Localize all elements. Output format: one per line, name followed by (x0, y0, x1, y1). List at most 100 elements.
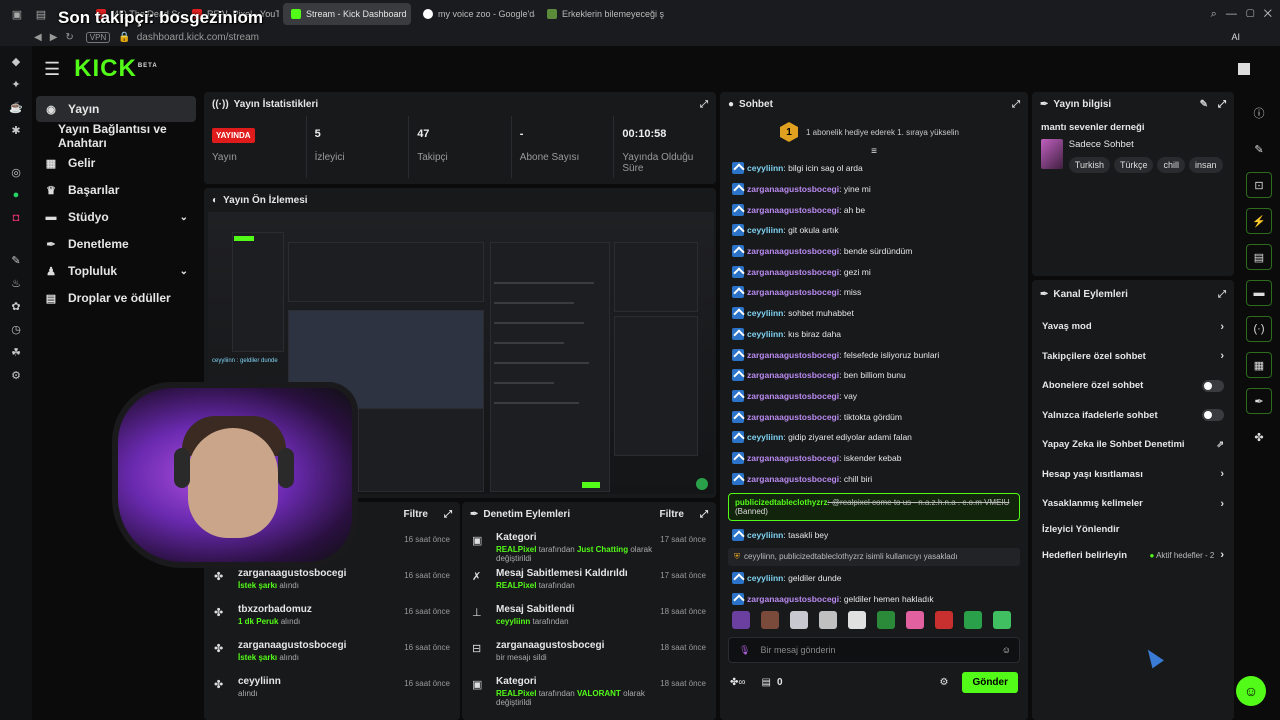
chat-username[interactable]: zarganaagustosbocegi (747, 370, 839, 380)
tab-kick-dashboard[interactable]: Stream - Kick Dashboard (283, 3, 411, 25)
sidebar-app-icon[interactable]: ✎ (9, 253, 23, 267)
action-goals[interactable]: Hedefleri belirleyin ● Aktif hedefler - 2… (1032, 541, 1234, 571)
expand-icon[interactable]: ⤢ (444, 509, 452, 520)
url-text[interactable]: dashboard.kick.com/stream (137, 32, 259, 43)
sidebar-app-icon[interactable]: ✿ (9, 299, 23, 313)
wrench-icon[interactable]: ✒ (1246, 388, 1272, 414)
emote[interactable] (877, 611, 895, 630)
chat-username[interactable]: ceyyliinn (747, 530, 783, 540)
filter-button[interactable]: Filtre (404, 509, 428, 520)
action-account-age[interactable]: Hesap yaşı kısıtlaması › (1032, 460, 1234, 490)
hamburger-icon[interactable]: ☰ (44, 59, 60, 80)
square-icon[interactable] (1238, 63, 1250, 75)
emoji-icon[interactable]: ☺ (1002, 645, 1011, 655)
chat-input[interactable]: 🎙 Bir mesaj gönderin ☺ (728, 637, 1020, 664)
nav-item-studyo[interactable]: ▬ Stüdyo ⌄ (36, 204, 196, 230)
chat-username[interactable]: ceyyliinn (747, 163, 783, 173)
sidebar-app-icon[interactable]: ♨ (9, 276, 23, 290)
chat-username[interactable]: zarganaagustosbocegi (747, 184, 839, 194)
send-button[interactable]: Gönder (962, 671, 1018, 693)
expand-icon[interactable]: ⤢ (1218, 289, 1226, 300)
sidebar-app-icon[interactable]: ✱ (9, 123, 23, 137)
kick-logo[interactable]: KICKBETA (74, 55, 158, 83)
chat-username[interactable]: zarganaagustosbocegi (747, 594, 839, 604)
expand-icon[interactable]: ⤢ (1012, 99, 1020, 110)
document-icon[interactable]: ▤ (1246, 244, 1272, 270)
action-subscribers-only[interactable]: Abonelere özel sohbet (1032, 371, 1234, 401)
sidebar-app-icon[interactable]: ◆ (9, 54, 23, 68)
workspace-icon[interactable]: ▤ (34, 7, 48, 21)
expand-icon[interactable]: ⤢ (700, 99, 708, 110)
back-icon[interactable]: ◀ (34, 32, 42, 43)
mic-icon[interactable]: 🎙 (739, 645, 750, 656)
expand-icon[interactable]: ⤢ (1218, 99, 1226, 110)
nav-item-droplar[interactable]: ▤ Droplar ve ödüller (36, 285, 196, 311)
chat-username[interactable]: ceyyliinn (747, 308, 783, 318)
sidebar-app-icon[interactable]: ☕ (9, 100, 23, 114)
emote[interactable] (848, 611, 866, 630)
forward-icon[interactable]: ▶ (50, 32, 58, 43)
emote[interactable] (790, 611, 808, 630)
action-raid[interactable]: İzleyici Yönlendir (1032, 519, 1234, 541)
ai-button[interactable]: AI (1231, 32, 1240, 42)
chat-username[interactable]: zarganaagustosbocegi (747, 350, 839, 360)
collapse-icon[interactable]: ≡ (720, 147, 1028, 158)
emote[interactable] (964, 611, 982, 630)
window-controls[interactable]: ⌕ — ▢ ✕ (1211, 8, 1272, 21)
gear-icon[interactable]: ⚙ (9, 368, 23, 382)
whatsapp-icon[interactable]: ● (9, 188, 23, 202)
edit-icon[interactable]: ✎ (1200, 99, 1208, 110)
chat-username[interactable]: ceyyliinn (747, 329, 783, 339)
store-icon[interactable]: ▦ (1246, 352, 1272, 378)
nav-item-yayin[interactable]: ◉ Yayın (36, 96, 196, 122)
chat-username[interactable]: ceyyliinn (747, 432, 783, 442)
nav-item-stream-key[interactable]: Yayın Bağlantısı ve Anahtarı (36, 122, 196, 150)
nav-item-denetleme[interactable]: ✒ Denetleme (36, 231, 196, 257)
info-icon[interactable]: ⓘ (1246, 100, 1272, 126)
help-chat-button[interactable]: ☺ (1236, 676, 1266, 706)
nav-item-basarilar[interactable]: ♛ Başarılar (36, 177, 196, 203)
chat-username[interactable]: ceyyliinn (747, 573, 783, 583)
gear-icon[interactable]: ⚙ (939, 677, 948, 688)
chat-username[interactable]: zarganaagustosbocegi (747, 267, 839, 277)
share-icon[interactable]: ✤ (1246, 424, 1272, 450)
reload-icon[interactable]: ↻ (65, 32, 73, 43)
emote[interactable] (935, 611, 953, 630)
chat-username[interactable]: zarganaagustosbocegi (747, 205, 839, 215)
screenshot-icon[interactable]: ⊡ (1246, 172, 1272, 198)
expand-icon[interactable]: ⤢ (700, 509, 708, 520)
chat-username[interactable]: zarganaagustosbocegi (747, 474, 839, 484)
tab-google-search[interactable]: my voice zoo - Google'da (415, 3, 535, 25)
pinned-gift-banner[interactable]: 1 1 abonelik hediye ederek 1. sıraya yük… (720, 116, 1028, 148)
action-emote-only[interactable]: Yalnızca ifadelerle sohbet (1032, 401, 1234, 431)
emote[interactable] (993, 611, 1011, 630)
broadcast-icon[interactable]: (·) (1246, 316, 1272, 342)
lightning-icon[interactable]: ⚡ (1246, 208, 1272, 234)
chat-username[interactable]: zarganaagustosbocegi (747, 453, 839, 463)
instagram-icon[interactable]: ◘ (9, 211, 23, 225)
action-slow-mode[interactable]: Yavaş mod › (1032, 312, 1234, 342)
vpn-badge[interactable]: VPN (85, 31, 111, 43)
chat-username[interactable]: ceyyliinn (747, 225, 783, 235)
emote[interactable] (761, 611, 779, 630)
emote[interactable] (906, 611, 924, 630)
nav-item-gelir[interactable]: ▦ Gelir (36, 150, 196, 176)
sidebar-app-icon[interactable]: ☘ (9, 345, 23, 359)
clock-icon[interactable]: ◷ (9, 322, 23, 336)
toggle-switch[interactable] (1202, 379, 1224, 392)
toggle-switch[interactable] (1202, 409, 1224, 422)
sidebar-app-icon[interactable]: ✦ (9, 77, 23, 91)
filter-button[interactable]: Filtre (660, 509, 684, 520)
chat-username[interactable]: zarganaagustosbocegi (747, 412, 839, 422)
chat-username[interactable]: zarganaagustosbocegi (747, 246, 839, 256)
nav-item-topluluk[interactable]: ♟ Topluluk ⌄ (36, 258, 196, 284)
emote[interactable] (732, 611, 750, 630)
chat-username[interactable]: zarganaagustosbocegi (747, 287, 839, 297)
chat-username[interactable]: zarganaagustosbocegi (747, 391, 839, 401)
action-ai-moderation[interactable]: Yapay Zeka ile Sohbet Denetimi ⇗ (1032, 430, 1234, 460)
action-followers-only[interactable]: Takipçilere özel sohbet › (1032, 342, 1234, 372)
tab-erkeklerin[interactable]: Erkeklerin bilemeyeceği şe (539, 3, 664, 25)
infinity-icon[interactable]: ✤∞ (730, 677, 746, 688)
sidebar-app-icon[interactable]: ◎ (9, 165, 23, 179)
browser-menu-icon[interactable]: ▣ (10, 7, 24, 21)
